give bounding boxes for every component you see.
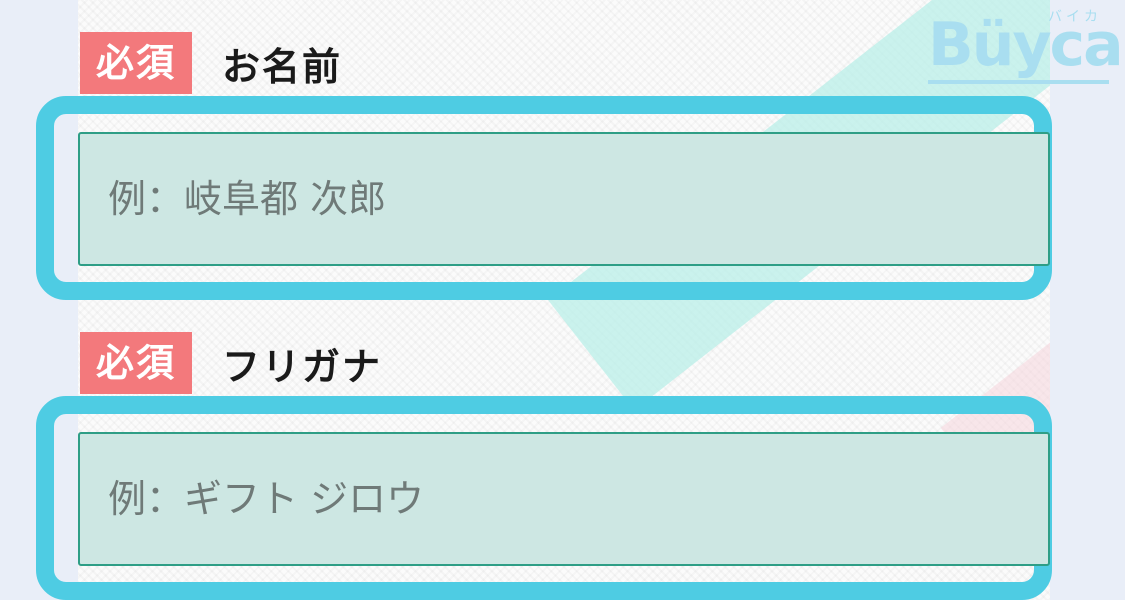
brand-logo: Büyca バイカ [928,9,1124,85]
name-label: お名前 [222,44,343,89]
name-label-row: 必須 お名前 [80,32,342,94]
furigana-input[interactable] [78,432,1050,566]
required-badge: 必須 [80,332,193,394]
furigana-label-row: 必須 フリガナ [80,332,382,394]
furigana-label: フリガナ [222,344,383,389]
required-badge: 必須 [80,32,193,94]
logo-kana: バイカ [1048,9,1102,25]
logo-underline [928,80,1109,84]
name-input[interactable] [78,132,1050,266]
